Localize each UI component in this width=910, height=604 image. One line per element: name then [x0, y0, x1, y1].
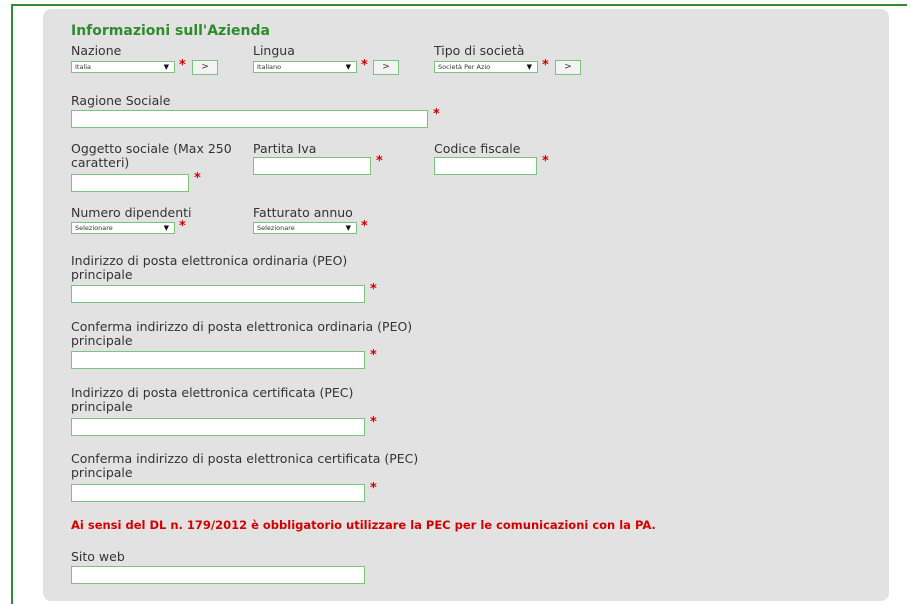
oggetto-sociale-input[interactable]	[71, 174, 189, 192]
required-mark: *	[542, 154, 549, 169]
pec-confirm-label: Conferma indirizzo di posta elettronica …	[71, 451, 419, 480]
ragione-sociale-label: Ragione Sociale	[71, 93, 171, 108]
ragione-sociale-input[interactable]	[71, 110, 428, 128]
tipo-societa-value: Società Per Azio	[438, 63, 491, 71]
required-mark: *	[194, 171, 201, 186]
section-title: Informazioni sull'Azienda	[71, 23, 270, 39]
peo-label: Indirizzo di posta elettronica ordinaria…	[71, 253, 348, 282]
required-mark: *	[542, 58, 549, 73]
lingua-go-button[interactable]: >	[373, 60, 399, 75]
nazione-select[interactable]: Italia ▼	[71, 61, 175, 73]
fatturato-annuo-label: Fatturato annuo	[253, 205, 353, 220]
tipo-societa-go-button[interactable]: >	[555, 60, 581, 75]
required-mark: *	[370, 348, 377, 363]
pec-notice: Ai sensi del DL n. 179/2012 è obbligator…	[71, 518, 656, 532]
required-mark: *	[179, 219, 186, 234]
pec-label: Indirizzo di posta elettronica certifica…	[71, 385, 354, 414]
codice-fiscale-input[interactable]	[434, 157, 537, 175]
chevron-down-icon: ▼	[345, 224, 351, 232]
oggetto-sociale-label: Oggetto sociale (Max 250 caratteri)	[71, 141, 232, 170]
required-mark: *	[361, 219, 368, 234]
peo-confirm-input[interactable]	[71, 351, 365, 369]
partita-iva-label: Partita Iva	[253, 141, 317, 156]
lingua-label: Lingua	[253, 43, 295, 58]
required-mark: *	[361, 58, 368, 73]
required-mark: *	[433, 107, 440, 122]
tipo-societa-label: Tipo di società	[434, 43, 525, 58]
lingua-value: Italiano	[257, 63, 282, 71]
required-mark: *	[370, 481, 377, 496]
sito-web-input[interactable]	[71, 566, 365, 584]
partita-iva-input[interactable]	[253, 157, 371, 175]
numero-dipendenti-select[interactable]: Selezionare ▼	[71, 222, 175, 234]
fatturato-annuo-value: Selezionare	[257, 224, 295, 232]
peo-confirm-label: Conferma indirizzo di posta elettronica …	[71, 319, 413, 348]
chevron-down-icon: ▼	[526, 63, 532, 71]
required-mark: *	[179, 58, 186, 73]
nazione-value: Italia	[75, 63, 92, 71]
codice-fiscale-label: Codice fiscale	[434, 141, 521, 156]
fatturato-annuo-select[interactable]: Selezionare ▼	[253, 222, 357, 234]
nazione-go-button[interactable]: >	[192, 60, 218, 75]
numero-dipendenti-label: Numero dipendenti	[71, 205, 192, 220]
chevron-down-icon: ▼	[345, 63, 351, 71]
peo-input[interactable]	[71, 285, 365, 303]
nazione-label: Nazione	[71, 43, 122, 58]
chevron-down-icon: ▼	[163, 224, 169, 232]
required-mark: *	[370, 415, 377, 430]
sito-web-label: Sito web	[71, 549, 125, 564]
pec-confirm-input[interactable]	[71, 484, 365, 502]
pec-input[interactable]	[71, 418, 365, 436]
numero-dipendenti-value: Selezionare	[75, 224, 113, 232]
tipo-societa-select[interactable]: Società Per Azio ▼	[434, 61, 538, 73]
required-mark: *	[370, 282, 377, 297]
chevron-down-icon: ▼	[163, 63, 169, 71]
required-mark: *	[376, 154, 383, 169]
lingua-select[interactable]: Italiano ▼	[253, 61, 357, 73]
